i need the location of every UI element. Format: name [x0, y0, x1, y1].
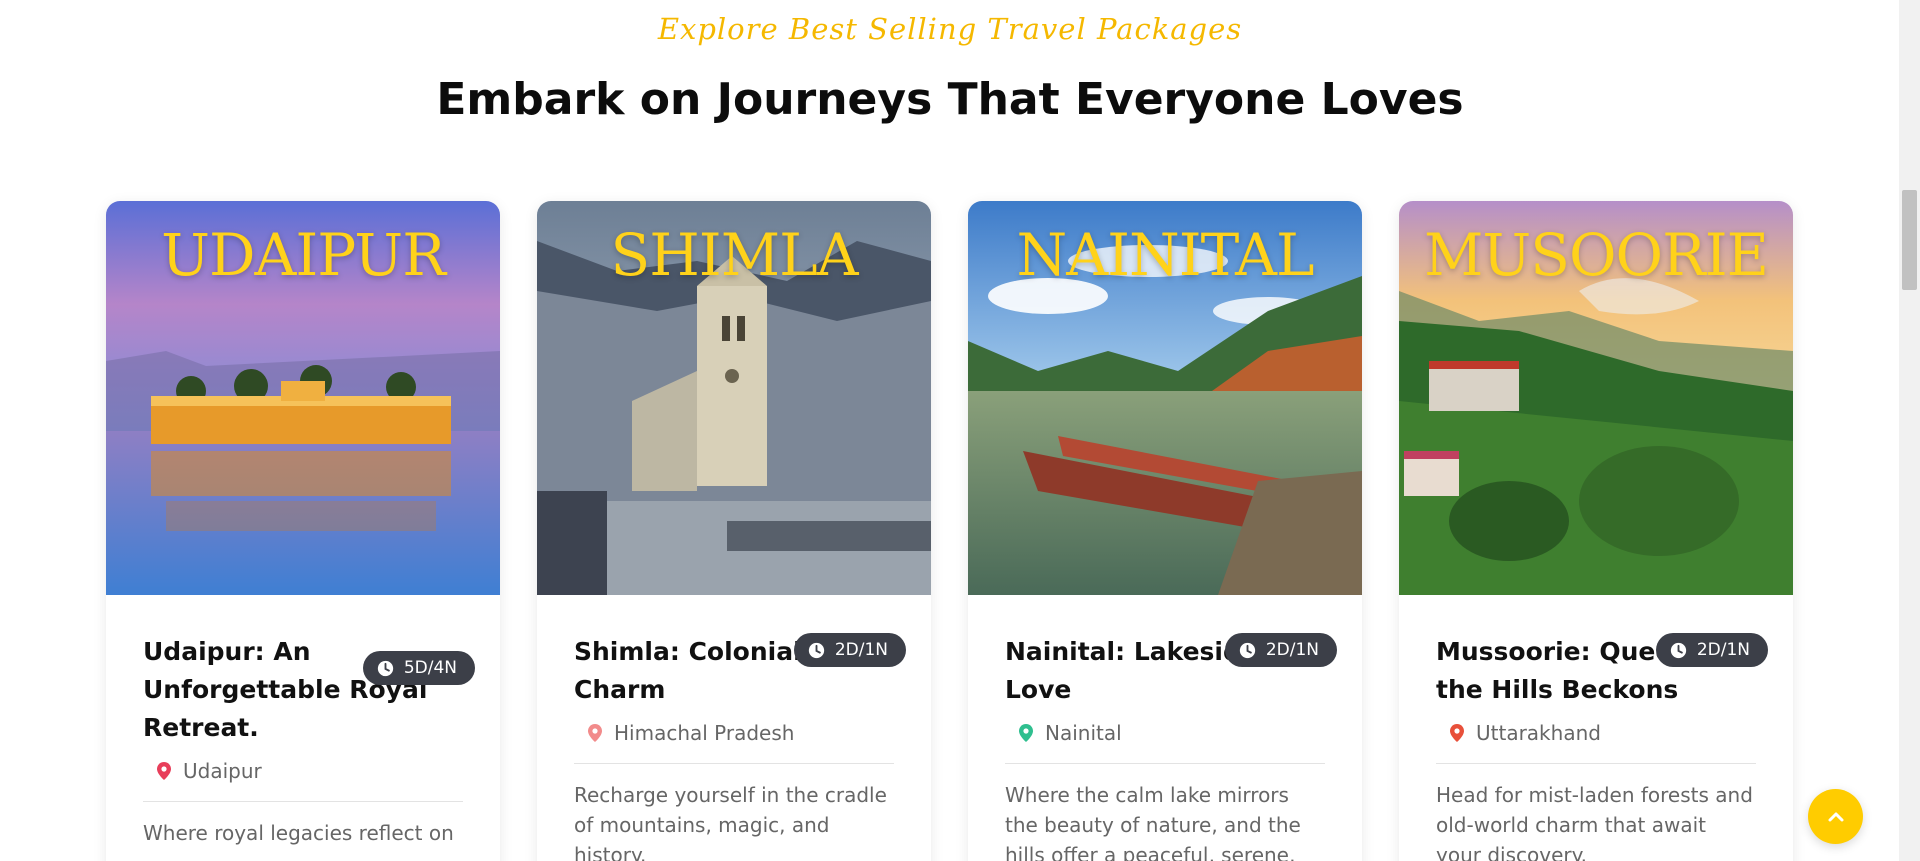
back-to-top-button[interactable] — [1808, 789, 1863, 844]
duration-badge: 5D/4N — [362, 651, 475, 685]
package-description: Where the calm lake mirrors the beauty o… — [1005, 783, 1301, 861]
package-location: Nainital — [1005, 721, 1325, 745]
clock-icon — [1670, 642, 1686, 658]
package-image[interactable]: MUSOORIE — [1399, 201, 1793, 595]
duration-text: 2D/1N — [1265, 640, 1319, 660]
map-pin-icon — [588, 724, 602, 742]
package-list: UDAIPUR Udaipur: An Unforgettable Royal … — [106, 201, 1793, 861]
duration-badge: 2D/1N — [1224, 633, 1337, 667]
package-image-label: UDAIPUR — [161, 221, 446, 289]
package-card-mussoorie[interactable]: MUSOORIE Mussoorie: Queen of the Hills B… — [1399, 201, 1793, 861]
chevron-up-icon — [1828, 812, 1843, 821]
package-image-label: MUSOORIE — [1423, 221, 1769, 289]
section-heading: Embark on Journeys That Everyone Loves — [436, 74, 1464, 125]
package-image[interactable]: NAINITAL — [968, 201, 1362, 595]
duration-text: 2D/1N — [834, 640, 888, 660]
map-pin-icon — [157, 762, 171, 780]
clock-icon — [1239, 642, 1255, 658]
duration-text: 5D/4N — [403, 658, 457, 678]
package-location: Udaipur — [143, 759, 463, 783]
location-text: Nainital — [1045, 721, 1122, 745]
location-text: Himachal Pradesh — [614, 721, 795, 745]
package-location: Himachal Pradesh — [574, 721, 894, 745]
duration-text: 2D/1N — [1696, 640, 1750, 660]
package-description: Recharge yourself in the cradle of mount… — [574, 783, 887, 861]
package-image-label: SHIMLA — [610, 221, 858, 289]
map-pin-icon — [1019, 724, 1033, 742]
divider — [1436, 763, 1756, 764]
duration-badge: 2D/1N — [1655, 633, 1768, 667]
package-card-shimla[interactable]: SHIMLA Shimla: Colonial Charm 2D/1N Hima… — [537, 201, 931, 861]
scrollbar-thumb[interactable] — [1902, 190, 1917, 290]
divider — [1005, 763, 1325, 764]
page-scrollbar[interactable] — [1899, 0, 1920, 861]
location-text: Uttarakhand — [1476, 721, 1601, 745]
package-card-udaipur[interactable]: UDAIPUR Udaipur: An Unforgettable Royal … — [106, 201, 500, 861]
package-image[interactable]: SHIMLA — [537, 201, 931, 595]
map-pin-icon — [1450, 724, 1464, 742]
divider — [574, 763, 894, 764]
location-text: Udaipur — [183, 759, 262, 783]
package-image[interactable]: UDAIPUR — [106, 201, 500, 595]
package-description: Where royal legacies reflect on — [143, 821, 454, 845]
package-location: Uttarakhand — [1436, 721, 1756, 745]
package-card-nainital[interactable]: NAINITAL Nainital: Lakeside Love 2D/1N N… — [968, 201, 1362, 861]
divider — [143, 801, 463, 802]
package-description: Head for mist-laden forests and old-worl… — [1436, 783, 1753, 861]
clock-icon — [377, 660, 393, 676]
clock-icon — [808, 642, 824, 658]
duration-badge: 2D/1N — [793, 633, 906, 667]
package-image-label: NAINITAL — [1016, 221, 1314, 289]
section-eyebrow: Explore Best Selling Travel Packages — [657, 12, 1243, 46]
